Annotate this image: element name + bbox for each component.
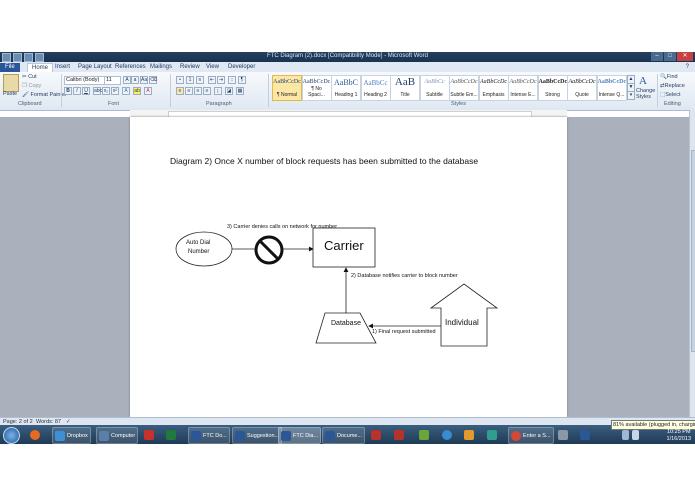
taskbar-item-dropbox[interactable]: Dropbox	[52, 427, 91, 444]
clock-date: 1/16/2013	[666, 436, 691, 442]
taskbar-item-computer[interactable]: Computer	[96, 427, 139, 444]
word-doc-icon	[235, 430, 245, 441]
word-doc-icon	[191, 430, 201, 441]
step2-label: 2) Database notifies carrier to block nu…	[351, 273, 458, 279]
taskbar-item-suggestion[interactable]: Suggestion...	[232, 427, 283, 444]
app-icon-red-2[interactable]	[394, 427, 404, 442]
individual-house-shape[interactable]	[429, 283, 499, 347]
app-icon-red-1[interactable]	[371, 427, 381, 442]
word-doc-icon	[325, 430, 335, 441]
database-label: Database	[331, 320, 361, 327]
app-icon-teal[interactable]	[487, 427, 497, 442]
system-clock[interactable]: 10:25 PM 1/16/2013	[667, 429, 691, 443]
computer-icon	[99, 430, 109, 441]
word-doc-icon	[281, 430, 291, 441]
app-icon-orange[interactable]	[464, 427, 474, 442]
database-trapezoid[interactable]	[315, 312, 377, 344]
autodial-label-line2: Number	[188, 249, 210, 255]
dropbox-icon	[55, 430, 65, 441]
firefox-icon[interactable]	[30, 427, 40, 442]
app-icon-blue[interactable]	[442, 427, 452, 442]
taskbar-item-ftc-doc[interactable]: FTC Do...	[188, 427, 230, 444]
start-button[interactable]	[3, 427, 20, 444]
autodial-label-line1: Auto Dial	[186, 240, 211, 246]
app-icon-word[interactable]	[580, 427, 590, 442]
app-icon-green[interactable]	[419, 427, 429, 442]
clock-time: 10:25 PM	[666, 429, 691, 435]
no-symbol-icon[interactable]	[254, 235, 284, 265]
excel-icon[interactable]	[166, 427, 176, 442]
taskbar-item-documents[interactable]: Docume...	[322, 427, 366, 444]
individual-label: Individual	[445, 318, 479, 327]
taskbar-item-ftc-diagram[interactable]: FTC Dia...	[278, 427, 322, 444]
step3-label: 3) Carrier denies calls on network for n…	[227, 224, 338, 230]
app-icon-gray[interactable]	[558, 427, 568, 442]
acrobat-icon[interactable]	[144, 427, 154, 442]
chrome-icon	[511, 430, 521, 441]
taskbar-item-chrome[interactable]: Enter a S...	[508, 427, 554, 444]
carrier-label: Carrier	[324, 238, 364, 253]
step1-label: 1) Final request submitted	[372, 329, 436, 335]
taskbar: Dropbox Computer FTC Do... Suggestion...…	[0, 425, 695, 444]
